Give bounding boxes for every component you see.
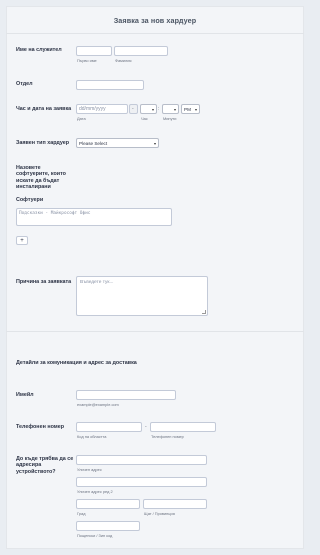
area-code-input[interactable] [76, 422, 142, 432]
first-name-sublabel: Първо име [77, 58, 97, 63]
chevron-down-icon: ▾ [153, 140, 156, 146]
state-sublabel: Щат / Провинция [144, 511, 175, 516]
ampm-select[interactable]: PM ▾ [181, 104, 200, 114]
software-column-label: Софтуери [16, 197, 44, 203]
phone-number-input[interactable] [150, 422, 216, 432]
date-sublabel: Дата [77, 116, 86, 121]
hour-select[interactable]: ▾ [140, 104, 157, 114]
chevron-down-icon: ▾ [151, 106, 154, 112]
employee-name-label: Име на служител [16, 47, 62, 53]
hardware-type-label: Заявен тип хардуер [16, 140, 70, 146]
date-input[interactable]: dd/mm/yyyy [76, 104, 128, 114]
resize-grip-icon[interactable] [202, 310, 206, 314]
zip-input[interactable] [76, 521, 140, 531]
software-question: Назовете софтуерите, които искате да бъд… [16, 165, 66, 191]
add-software-button[interactable]: + [16, 236, 28, 245]
city-input[interactable] [76, 499, 140, 509]
department-input[interactable] [76, 80, 144, 90]
first-name-input[interactable] [76, 46, 112, 56]
address-label: До къде трябва да се адресира устройство… [16, 456, 74, 475]
form-title: Заявка за нов хардуер [113, 16, 197, 25]
reason-placeholder: Въведете тук... [80, 280, 114, 285]
phone-label: Телефонен номер [16, 424, 65, 430]
street-address2-input[interactable] [76, 477, 207, 487]
city-sublabel: Град [77, 511, 86, 516]
zip-sublabel: Пощенски / Зип код [77, 533, 113, 538]
datetime-label: Час и дата на заявка [16, 106, 72, 112]
phone-number-sublabel: Телефонен номер [151, 434, 184, 439]
time-colon: : [158, 106, 160, 112]
minute-select[interactable]: ▾ [162, 104, 179, 114]
street-address2-sublabel: Уличен адрес ред 2 [77, 489, 113, 494]
hour-sublabel: Час [141, 116, 148, 121]
email-sublabel: example@example.com [77, 402, 119, 407]
ampm-value: PM [184, 106, 191, 112]
software-textarea[interactable]: Подсказки - Майкрософт Офис [16, 208, 172, 226]
department-label: Отдел [16, 81, 33, 87]
last-name-sublabel: Фамилия [115, 58, 132, 63]
calendar-separator: - [132, 106, 134, 112]
area-code-sublabel: Код на областта [77, 434, 107, 439]
chevron-down-icon: ▾ [194, 106, 197, 112]
email-label: Имейл [16, 392, 34, 398]
contact-section-heading: Детайли за комуникация и адрес за достав… [16, 360, 137, 366]
title-divider [6, 33, 304, 34]
street-address-sublabel: Уличен адрес [77, 467, 102, 472]
calendar-button[interactable]: - [129, 104, 138, 114]
chevron-down-icon: ▾ [173, 106, 176, 112]
street-address-input[interactable] [76, 455, 207, 465]
phone-dash: - [145, 424, 147, 430]
reason-label: Причина за заявката [16, 279, 72, 285]
state-input[interactable] [143, 499, 207, 509]
section-divider [6, 331, 304, 332]
minute-sublabel: Минути [163, 116, 177, 121]
hardware-type-value: Please Select [79, 140, 108, 146]
reason-textarea[interactable]: Въведете тук... [76, 276, 208, 316]
email-input[interactable] [76, 390, 176, 400]
hardware-type-select[interactable]: Please Select ▾ [76, 138, 159, 148]
last-name-input[interactable] [114, 46, 168, 56]
